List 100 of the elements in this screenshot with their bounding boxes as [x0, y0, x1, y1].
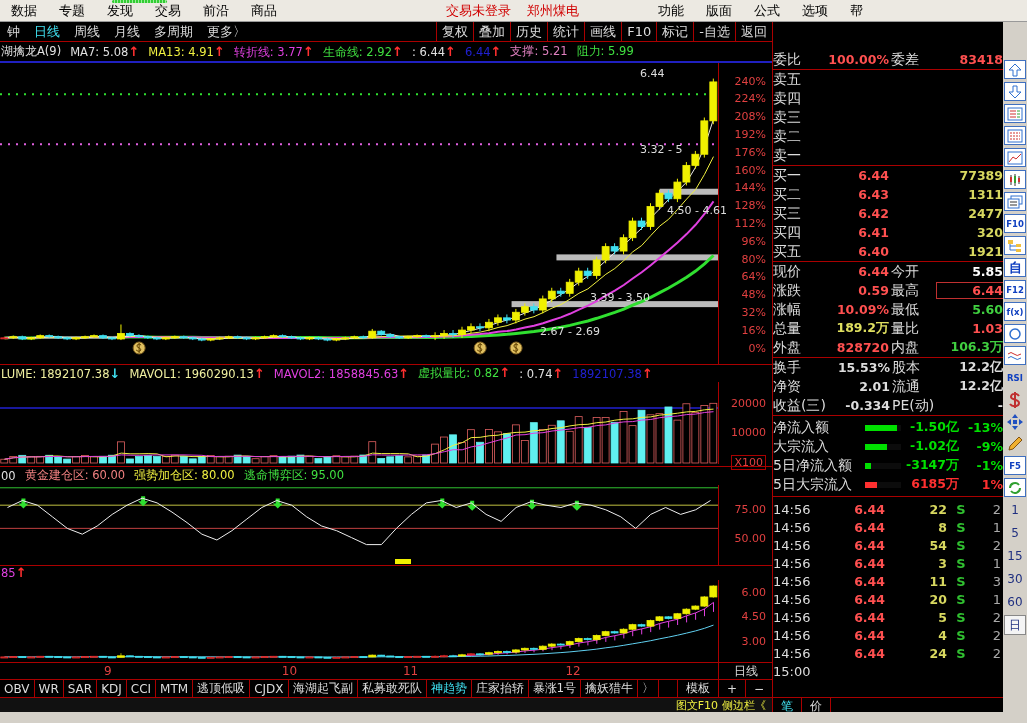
trade-price: 6.44 — [853, 555, 885, 571]
menu-item[interactable]: 功能 — [647, 1, 695, 20]
period-tab[interactable]: 多周期 — [147, 22, 200, 41]
date-label: 9 — [104, 664, 112, 678]
bid-price: 6.41 — [857, 225, 889, 240]
trade-price: 6.44 — [853, 591, 885, 607]
period-button[interactable]: 日 — [1004, 615, 1026, 635]
bid-volume: 2477 — [967, 206, 1003, 221]
menu-item[interactable]: 前沿 — [192, 1, 240, 20]
indicator-tab[interactable]: 逃顶低吸 — [193, 680, 251, 697]
indicator-tab[interactable]: 〉 — [638, 680, 660, 697]
field-label: 收益(三) — [773, 396, 827, 415]
field-value: 83418 — [958, 52, 1003, 67]
tab-tool-button[interactable]: 模板 — [676, 680, 718, 697]
axis-label: 50.00 — [734, 532, 766, 546]
legend-value: 强势加仓区: 80.00 — [134, 468, 235, 483]
period-button[interactable]: 5 — [1004, 523, 1026, 543]
period-tab[interactable]: 钟 — [0, 22, 27, 41]
indicator-tab[interactable]: WR — [34, 680, 64, 697]
period-button[interactable]: 30 — [1004, 569, 1026, 589]
trend-arrow: ↑ — [490, 44, 502, 59]
chart-button[interactable]: 复权 — [436, 22, 474, 42]
tab-tool-button[interactable]: − — [744, 680, 772, 697]
trade-price: 6.44 — [853, 609, 885, 625]
chart-button[interactable]: 叠加 — [473, 22, 511, 42]
flow-label: 5日大宗流入 — [773, 475, 853, 494]
ask-level-label: 卖三 — [773, 108, 802, 127]
menu-item[interactable]: 专题 — [48, 1, 96, 20]
tab-tool-button[interactable]: + — [717, 680, 745, 697]
legend-value: 6.44 — [464, 45, 491, 59]
indicator-tab[interactable]: KDJ — [97, 680, 127, 697]
chart-button[interactable]: 标记 — [656, 22, 694, 42]
indicator-tab[interactable]: 神趋势 — [426, 680, 472, 697]
field-label: 今开 — [890, 262, 920, 281]
field-value: - — [996, 398, 1003, 413]
menu-item[interactable]: 公式 — [743, 1, 791, 20]
period-tab[interactable]: 周线 — [67, 22, 107, 41]
period-button[interactable]: 15 — [1004, 546, 1026, 566]
trade-count: 1 — [991, 555, 1002, 571]
indicator-tab[interactable]: 擒妖猎牛 — [581, 680, 639, 697]
field-label: 外盘 — [773, 338, 802, 357]
period-button[interactable]: 60 — [1004, 592, 1026, 612]
period-tab[interactable]: 月线 — [107, 22, 147, 41]
toolbar-button[interactable]: F5 — [1004, 456, 1026, 475]
date-label: 11 — [402, 664, 419, 678]
menu-item[interactable]: 商品 — [240, 1, 288, 20]
bottom-link[interactable]: 图文F10 — [675, 698, 718, 712]
indicator-tab[interactable]: CCI — [126, 680, 157, 697]
bid-price: 6.43 — [857, 187, 889, 202]
trend-arrow: ↑ — [398, 365, 410, 381]
indicator-tab[interactable]: 海湖起飞副 — [288, 680, 358, 697]
trend-arrow: ↑ — [302, 43, 314, 59]
indicator-tab[interactable]: CJDX — [250, 680, 289, 697]
toolbar-button[interactable]: F12 — [1004, 280, 1026, 299]
legend-value: : 6.44 — [411, 45, 446, 59]
flow-value: -1.02亿 — [908, 438, 959, 455]
bottom-link[interactable]: 侧边栏《 — [722, 698, 766, 712]
chart-button[interactable]: F10 — [621, 22, 657, 42]
menu-item[interactable]: 版面 — [695, 1, 743, 20]
chart-button[interactable]: 统计 — [547, 22, 585, 42]
toolbar-button[interactable]: F10 — [1004, 214, 1026, 233]
menu-item[interactable]: 选项 — [791, 1, 839, 20]
indicator-tab[interactable]: SAR — [63, 680, 98, 697]
trade-volume: 24 — [928, 645, 947, 661]
menu-item[interactable]: 数据 — [0, 1, 48, 20]
trade-price: 6.44 — [853, 645, 885, 661]
period-tab[interactable]: 日线 — [27, 22, 67, 41]
indicator-tab[interactable]: MTM — [156, 680, 194, 697]
field-label: 内盘 — [890, 338, 920, 357]
legend-value: MA7: 5.08 — [70, 45, 129, 59]
legend-value: 1892107.38 — [572, 366, 642, 381]
trade-time: 14:56 — [773, 627, 812, 643]
menu-item[interactable]: 交易 — [144, 1, 192, 20]
axis-label: 144% — [734, 181, 766, 195]
indicator-tab[interactable]: OBV — [0, 680, 35, 697]
trend-arrow: ↑ — [128, 44, 140, 59]
toolbar-button[interactable]: 自 — [1004, 258, 1026, 277]
axis-label: 48% — [741, 288, 766, 302]
period-tab[interactable]: 更多〉 — [200, 22, 253, 41]
trade-volume: 22 — [928, 501, 947, 517]
trend-arrow: ↑ — [392, 43, 403, 59]
chart-button[interactable]: 返回 — [735, 22, 772, 42]
indicator-tab[interactable]: 暴涨1号 — [528, 680, 582, 697]
axis-label: 208% — [734, 110, 766, 124]
indicator-tab[interactable]: 庄家抬轿 — [471, 680, 529, 697]
trend-arrow: ↓ — [109, 365, 121, 381]
period-button[interactable]: 1 — [1004, 500, 1026, 520]
menu-item[interactable]: 发现 — [96, 1, 144, 20]
date-label: 12 — [565, 664, 581, 678]
chart-button[interactable]: -自选 — [693, 22, 735, 42]
trade-count: 2 — [991, 609, 1002, 625]
trade-side: S — [955, 627, 967, 643]
ask-level-label: 卖五 — [773, 70, 802, 89]
menu-item[interactable]: 帮 — [839, 1, 874, 20]
trade-count: 3 — [991, 573, 1002, 589]
toolbar-button[interactable]: RSI — [1004, 368, 1026, 387]
chart-button[interactable]: 画线 — [584, 22, 622, 42]
chart-button[interactable]: 历史 — [510, 22, 548, 42]
indicator-tab[interactable]: 私募敢死队 — [357, 680, 427, 697]
toolbar-button[interactable]: f(x) — [1004, 302, 1026, 321]
